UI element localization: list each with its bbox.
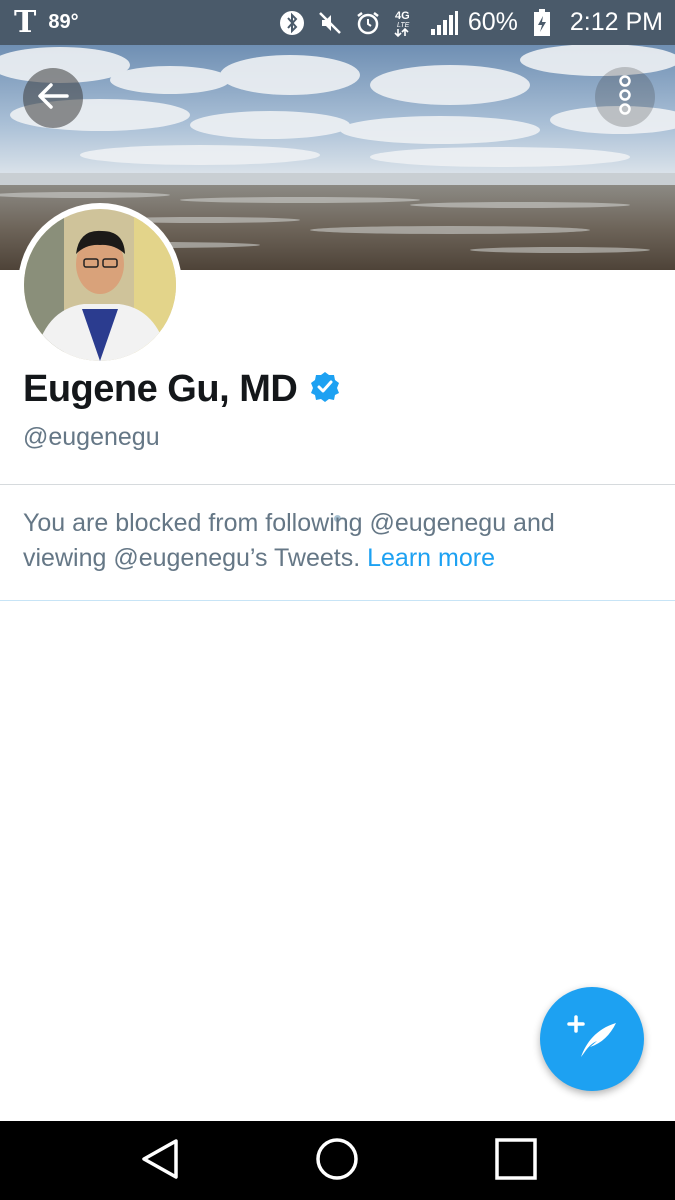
back-button[interactable] xyxy=(23,68,83,128)
svg-text:LTE: LTE xyxy=(397,22,410,29)
divider xyxy=(0,484,675,485)
compose-tweet-icon xyxy=(564,1013,620,1066)
profile-avatar[interactable] xyxy=(18,203,182,367)
battery-percent: 60% xyxy=(467,8,518,36)
nav-recent-apps-icon xyxy=(495,1137,537,1185)
svg-text:4G: 4G xyxy=(395,10,410,22)
nav-back-icon xyxy=(140,1138,180,1185)
bluetooth-icon xyxy=(278,9,306,37)
display-name: Eugene Gu, MD xyxy=(23,368,298,410)
profile-handle: @eugenegu xyxy=(23,423,160,451)
battery-charging-icon xyxy=(528,8,556,37)
carrier-logo: T xyxy=(14,5,37,40)
signal-icon xyxy=(430,9,458,37)
mute-icon xyxy=(316,9,344,37)
divider xyxy=(0,600,675,601)
more-options-button[interactable] xyxy=(595,67,655,127)
avatar-photo xyxy=(24,209,176,361)
compose-tweet-button[interactable] xyxy=(540,987,644,1091)
status-left: T 89° xyxy=(14,0,79,45)
nav-recent-apps-button[interactable] xyxy=(494,1137,538,1185)
verified-badge-icon xyxy=(309,371,341,408)
status-right: 4G LTE 60% 2:12 PM xyxy=(278,0,663,45)
clock: 2:12 PM xyxy=(569,8,663,36)
blocked-notice: You are blocked from following @eugenegu… xyxy=(23,506,643,576)
alarm-icon xyxy=(354,9,382,37)
nav-home-button[interactable] xyxy=(315,1137,359,1186)
arrow-left-icon xyxy=(36,82,70,115)
nav-home-icon xyxy=(315,1137,359,1186)
profile-name-row: Eugene Gu, MD xyxy=(23,368,341,411)
network-4g-icon: 4G LTE xyxy=(392,9,420,37)
android-nav-bar xyxy=(0,1121,675,1200)
status-bar: T 89° 4G LTE 60% 2:12 PM xyxy=(0,0,675,45)
temperature: 89° xyxy=(48,11,79,33)
nav-back-button[interactable] xyxy=(138,1138,182,1185)
more-vertical-icon xyxy=(618,74,632,120)
learn-more-link[interactable]: Learn more xyxy=(367,544,495,572)
